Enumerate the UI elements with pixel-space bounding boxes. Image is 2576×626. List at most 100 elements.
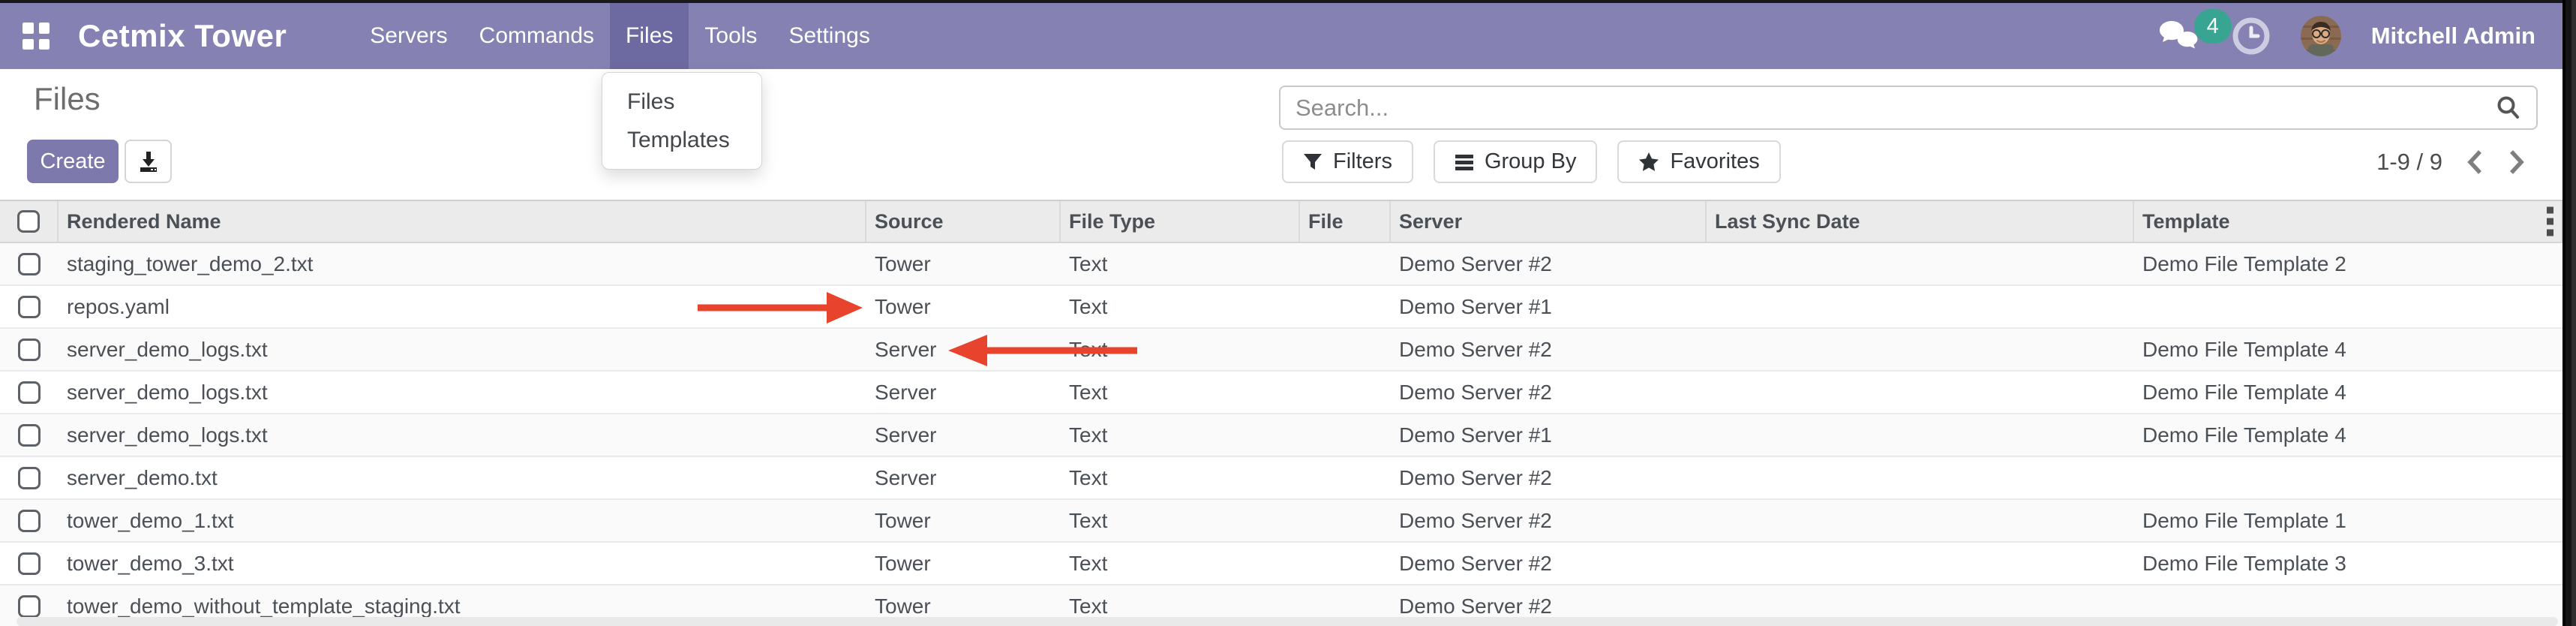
cell-file bbox=[1300, 286, 1391, 327]
cell-server: Demo Server #2 bbox=[1391, 457, 1707, 498]
cell-server: Demo Server #2 bbox=[1391, 543, 1707, 584]
cell-rendered-name: server_demo_logs.txt bbox=[59, 414, 866, 456]
cell-file bbox=[1300, 243, 1391, 284]
filters-button[interactable]: Filters bbox=[1282, 140, 1413, 183]
column-template[interactable]: Template bbox=[2134, 201, 2562, 242]
table-row[interactable]: tower_demo_3.txtTowerTextDemo Server #2D… bbox=[0, 543, 2562, 585]
cell-file-type: Text bbox=[1061, 286, 1300, 327]
cell-rendered-name: tower_demo_3.txt bbox=[59, 543, 866, 584]
cell-source: Server bbox=[866, 329, 1061, 370]
apps-grid-icon[interactable] bbox=[23, 23, 50, 50]
messages-button[interactable]: 4 bbox=[2157, 17, 2202, 56]
cell-rendered-name: server_demo_logs.txt bbox=[59, 329, 866, 370]
column-file-type[interactable]: File Type bbox=[1061, 201, 1300, 242]
row-checkbox-cell bbox=[0, 500, 59, 541]
cell-file-type: Text bbox=[1061, 414, 1300, 456]
cell-file-type: Text bbox=[1061, 329, 1300, 370]
row-checkbox[interactable] bbox=[18, 510, 41, 532]
cell-server: Demo Server #2 bbox=[1391, 329, 1707, 370]
filters-label: Filters bbox=[1333, 149, 1392, 174]
row-checkbox-cell bbox=[0, 457, 59, 498]
brand-title[interactable]: Cetmix Tower bbox=[78, 18, 287, 54]
cell-template: Demo File Template 4 bbox=[2134, 372, 2562, 413]
pager-range: 1-9 / 9 bbox=[2376, 149, 2442, 176]
navbar-right: 4 bbox=[2157, 16, 2535, 56]
action-buttons: Create bbox=[27, 140, 172, 183]
clock-icon bbox=[2232, 17, 2271, 56]
favorites-button[interactable]: Favorites bbox=[1617, 140, 1780, 183]
cell-file bbox=[1300, 329, 1391, 370]
pager-previous-button[interactable] bbox=[2465, 148, 2484, 176]
window-top-edge bbox=[0, 0, 2576, 3]
table-row[interactable]: server_demo.txtServerTextDemo Server #2 bbox=[0, 457, 2562, 500]
group-by-label: Group By bbox=[1485, 149, 1577, 174]
search-input[interactable] bbox=[1294, 94, 2494, 122]
column-server[interactable]: Server bbox=[1391, 201, 1707, 242]
cell-last-sync-date bbox=[1707, 414, 2134, 456]
pager-next-button[interactable] bbox=[2507, 148, 2526, 176]
column-source[interactable]: Source bbox=[866, 201, 1061, 242]
menu-item-servers[interactable]: Servers bbox=[354, 3, 463, 69]
cell-last-sync-date bbox=[1707, 286, 2134, 327]
table-row[interactable]: staging_tower_demo_2.txtTowerTextDemo Se… bbox=[0, 243, 2562, 286]
star-icon bbox=[1638, 152, 1659, 173]
table-row[interactable]: server_demo_logs.txtServerText Demo Serve… bbox=[0, 372, 2562, 414]
create-button[interactable]: Create bbox=[27, 140, 119, 183]
row-checkbox[interactable] bbox=[18, 595, 41, 618]
table-row[interactable]: server_demo_logs.txtServerText Demo Serve… bbox=[0, 329, 2562, 372]
cell-source: Server bbox=[866, 372, 1061, 413]
cell-file-type: Text bbox=[1061, 372, 1300, 413]
column-rendered-name[interactable]: Rendered Name bbox=[59, 201, 866, 242]
optional-columns-icon[interactable] bbox=[2547, 207, 2553, 236]
row-checkbox-cell bbox=[0, 329, 59, 370]
group-by-button[interactable]: Group By bbox=[1434, 140, 1598, 183]
row-checkbox[interactable] bbox=[18, 424, 41, 447]
row-checkbox-cell bbox=[0, 414, 59, 456]
row-checkbox[interactable] bbox=[18, 339, 41, 361]
row-checkbox[interactable] bbox=[18, 253, 41, 275]
row-checkbox[interactable] bbox=[18, 296, 41, 318]
row-checkbox[interactable] bbox=[18, 381, 41, 404]
menu-item-commands[interactable]: Commands bbox=[464, 3, 610, 69]
table-row[interactable]: repos.yamlTowerTextDemo Server #1 bbox=[0, 286, 2562, 329]
cell-rendered-name: server_demo_logs.txt bbox=[59, 372, 866, 413]
cell-source: Server bbox=[866, 457, 1061, 498]
window-right-edge bbox=[2562, 0, 2576, 626]
row-checkbox-cell bbox=[0, 243, 59, 284]
cell-template: Demo File Template 4 bbox=[2134, 414, 2562, 456]
table-row[interactable]: server_demo_logs.txtServerTextDemo Serve… bbox=[0, 414, 2562, 457]
user-menu[interactable]: Mitchell Admin bbox=[2371, 23, 2535, 50]
avatar[interactable] bbox=[2301, 16, 2341, 56]
cell-source: Tower bbox=[866, 286, 1061, 327]
menu-item-tools[interactable]: Tools bbox=[689, 3, 773, 69]
files-menu-dropdown: Files Templates bbox=[602, 72, 762, 170]
dropdown-item-templates[interactable]: Templates bbox=[602, 121, 761, 159]
column-file[interactable]: File bbox=[1300, 201, 1391, 242]
column-last-sync-date[interactable]: Last Sync Date bbox=[1707, 201, 2134, 242]
menu-item-files[interactable]: Files bbox=[610, 3, 689, 69]
main-menu: Servers Commands Files Tools Settings bbox=[354, 3, 886, 69]
row-checkbox[interactable] bbox=[18, 467, 41, 489]
table-row[interactable]: tower_demo_1.txtTowerTextDemo Server #2D… bbox=[0, 500, 2562, 543]
search-icon[interactable] bbox=[2494, 94, 2523, 122]
cell-server: Demo Server #2 bbox=[1391, 372, 1707, 413]
cell-rendered-name: tower_demo_1.txt bbox=[59, 500, 866, 541]
message-count-badge: 4 bbox=[2194, 9, 2232, 44]
menu-item-settings[interactable]: Settings bbox=[773, 3, 885, 69]
group-by-icon bbox=[1455, 152, 1474, 172]
cell-rendered-name: staging_tower_demo_2.txt bbox=[59, 243, 866, 284]
favorites-label: Favorites bbox=[1670, 149, 1759, 174]
horizontal-scrollbar[interactable] bbox=[17, 617, 2558, 626]
dropdown-item-files[interactable]: Files bbox=[602, 83, 761, 121]
cell-file bbox=[1300, 372, 1391, 413]
cell-file-type: Text bbox=[1061, 457, 1300, 498]
app-window: Cetmix Tower Servers Commands Files Tool… bbox=[0, 0, 2576, 626]
cell-last-sync-date bbox=[1707, 243, 2134, 284]
cell-file bbox=[1300, 457, 1391, 498]
main-navbar: Cetmix Tower Servers Commands Files Tool… bbox=[0, 3, 2562, 69]
cell-server: Demo Server #2 bbox=[1391, 500, 1707, 541]
activities-button[interactable] bbox=[2232, 17, 2271, 56]
row-checkbox[interactable] bbox=[18, 552, 41, 575]
import-export-button[interactable] bbox=[125, 140, 172, 183]
select-all-checkbox[interactable] bbox=[17, 210, 40, 233]
